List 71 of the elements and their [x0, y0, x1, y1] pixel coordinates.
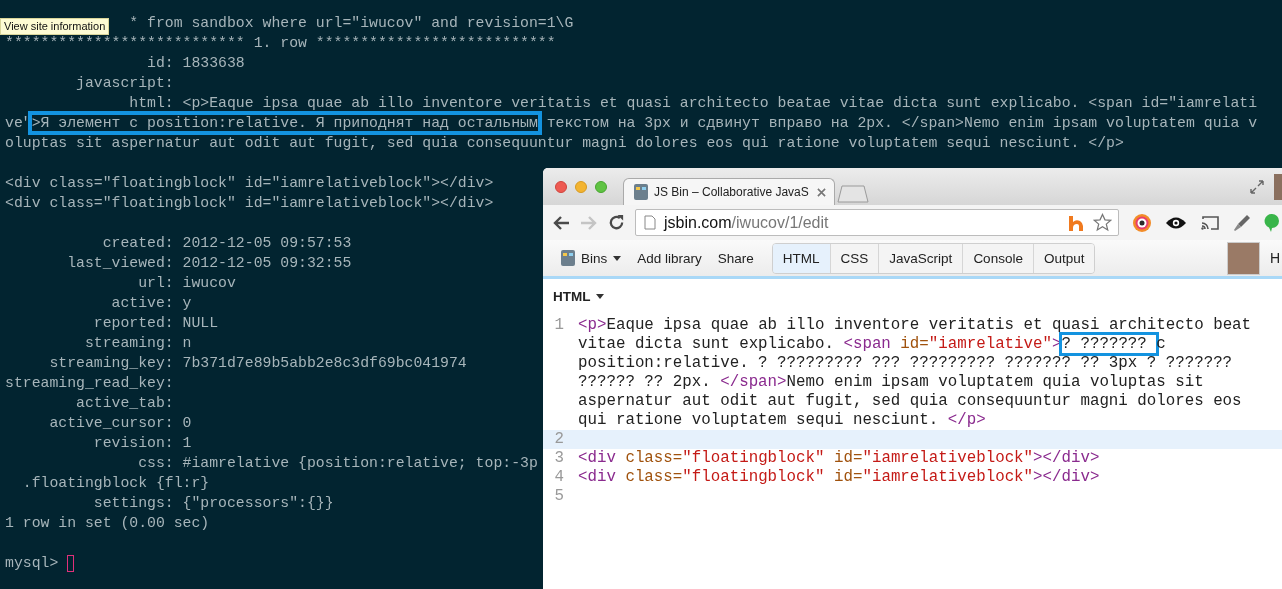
star-icon[interactable]: [1093, 213, 1112, 232]
code-text: position:relative. ? ????????? ??? ????????? ??????? ?? 3px ? ???????: [578, 354, 1233, 372]
code-text: <div class="floatingblock" id="iamrelativeblock"></div>: [578, 468, 1100, 486]
back-icon[interactable]: [552, 214, 570, 231]
tooltip: View site information: [0, 18, 110, 35]
caret-icon: [613, 255, 622, 261]
photo-placeholder: [1227, 241, 1260, 275]
terminal-prompt: mysql>: [5, 554, 59, 573]
terminal-line: * from sandbox where url="iwucov" and revision=1\G: [129, 15, 574, 31]
bins-menu[interactable]: Bins: [553, 250, 630, 266]
terminal-line: html: <p>Eaque ipsa quae ab illo inventore veritatis et quasi architecto beatae vitae dicta sunt explicabo. <span id="iamrelati: [128, 95, 1258, 111]
bin-logo-icon: [634, 184, 648, 200]
browser-tab[interactable]: JS Bin – Collaborative JavaS: [623, 178, 835, 205]
panel-tab[interactable]: CSS: [829, 243, 879, 273]
bin-logo-icon: [561, 250, 575, 266]
terminal-line: active: y: [110, 295, 192, 311]
code-text: ?????? ?? 2px. </span>Nemo enim ipsam voluptatem quia voluptas sit: [578, 373, 1204, 391]
terminal-line: <div class="floatingblock" id="iamrelativeblock"></div>: [5, 195, 494, 211]
terminal-line: settings: {"processors":{}}: [92, 495, 334, 511]
close-button[interactable]: [555, 180, 567, 193]
line-number: 2: [553, 430, 564, 449]
line-number: 5: [553, 487, 564, 506]
address-bar[interactable]: jsbin.com/iwucov/1/edit: [635, 209, 1119, 236]
menu-link[interactable]: Add library: [629, 250, 710, 266]
pen-icon[interactable]: [1233, 213, 1251, 232]
terminal-line: текстом на 3px и сдвинут вправо на 2px. </span>Nemo enim ipsam voluptatem quia v: [545, 115, 1258, 131]
cast-icon[interactable]: [1200, 214, 1220, 231]
panel-label-menu[interactable]: HTML: [547, 287, 610, 305]
speech-balloon-icon[interactable]: [1264, 212, 1280, 233]
terminal-line: streaming_read_key:: [5, 375, 174, 391]
terminal-line: streaming: n: [83, 335, 192, 351]
reload-icon[interactable]: [608, 214, 625, 231]
line-number: 4: [553, 468, 564, 487]
terminal-line: 1 row in set (0.00 sec): [5, 515, 210, 531]
line-number: 1: [553, 316, 564, 336]
text-cursor: [67, 554, 75, 572]
h-logo-icon[interactable]: [1067, 213, 1085, 232]
color-ring-icon[interactable]: [1132, 212, 1152, 233]
terminal-line: oluptas sit aspernatur aut odit aut fugit, sed quia consequuntur magni dolores eos qui ratione voluptatem sequi nesciunt. </p>: [5, 135, 1124, 151]
close-icon[interactable]: [817, 187, 826, 197]
menu-link[interactable]: Share: [709, 250, 762, 266]
terminal-line: reported: NULL: [92, 315, 219, 331]
panel-tab[interactable]: Console: [962, 243, 1033, 273]
terminal-line: css: #iamrelative {position:relative; top:-3p: [137, 455, 538, 471]
terminal-line: streaming_key: 7b371d7e89b5abb2e8c3df69bc041974: [48, 355, 467, 371]
page-icon: [644, 215, 656, 230]
code-text: <p>Eaque ipsa quae ab illo inventore veritatis et quasi architecto beat: [578, 316, 1252, 334]
caret-icon: [595, 293, 604, 299]
terminal-line: created: 2012-12-05 09:57:53: [101, 235, 352, 251]
terminal-line: .floatingblock {fl:r}: [21, 475, 210, 491]
zoom-button[interactable]: [595, 180, 607, 193]
panel-tab[interactable]: JavaScript: [878, 243, 963, 273]
terminal-line: last_viewed: 2012-12-05 09:32:55: [66, 255, 352, 271]
panel-tab[interactable]: HTML: [772, 243, 830, 273]
terminal-line: *************************** 1. row ***************************: [5, 35, 556, 51]
panel-tab[interactable]: Output: [1032, 243, 1095, 273]
line-number: 3: [553, 449, 564, 468]
user-label: H: [1270, 250, 1282, 266]
code-text: aspernatur aut odit aut fugit, sed quia consequuntur magni dolores eos: [578, 392, 1242, 410]
terminal-line: javascript:: [75, 75, 174, 91]
terminal-line: url: iwucov: [137, 275, 236, 291]
code-text: qui ratione voluptatem sequi nesciunt. </p>: [578, 411, 986, 429]
code-text: <div class="floatingblock" id="iamrelativeblock"></div>: [578, 449, 1100, 467]
fullscreen-icon[interactable]: [1250, 179, 1264, 194]
terminal-line: active_cursor: 0: [48, 415, 192, 431]
terminal-line: revision: 1: [92, 435, 192, 451]
terminal-line: id: 1833638: [146, 55, 245, 71]
eye-icon[interactable]: [1165, 215, 1187, 230]
terminal-line: <div class="floatingblock" id="iamrelativeblock"></div>: [5, 175, 494, 191]
terminal-line: active_tab:: [75, 395, 174, 411]
photo-placeholder: [1274, 173, 1282, 200]
